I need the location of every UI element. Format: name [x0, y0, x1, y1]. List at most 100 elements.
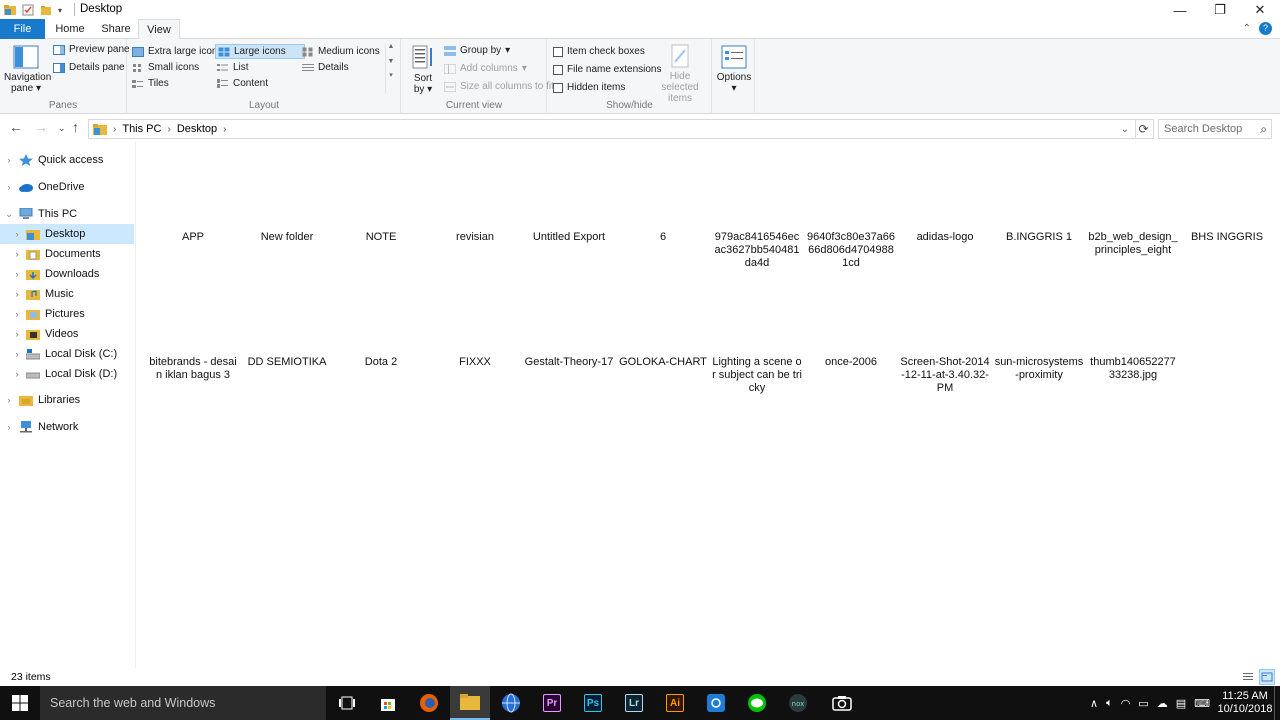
- details-view-toggle[interactable]: [1240, 669, 1256, 685]
- address-bar[interactable]: › This PC › Desktop › ⌄: [88, 119, 1136, 139]
- file-item[interactable]: revisian: [430, 231, 520, 244]
- photoshop-app[interactable]: Ps: [573, 686, 613, 720]
- show-hidden-icons-icon[interactable]: ∧: [1090, 697, 1098, 710]
- maximize-button[interactable]: ❐: [1200, 0, 1240, 20]
- preview-pane-button[interactable]: Preview pane: [53, 44, 130, 55]
- list-option[interactable]: List: [217, 62, 249, 73]
- content-option[interactable]: Content: [217, 78, 268, 89]
- file-item[interactable]: Dota 2: [336, 356, 426, 369]
- small-icons-option[interactable]: Small icons: [132, 62, 199, 73]
- scroll-down-icon[interactable]: ▼: [386, 58, 396, 65]
- file-item[interactable]: Gestalt-Theory-17: [524, 356, 614, 369]
- line-app[interactable]: [737, 686, 777, 720]
- file-item[interactable]: Screen-Shot-2014-12-11-at-3.40.32-PM: [900, 356, 990, 395]
- file-item[interactable]: BHS INGGRIS: [1182, 231, 1272, 244]
- file-item[interactable]: sun-microsystems-proximity: [994, 356, 1084, 382]
- add-columns-button[interactable]: Add columns ▾: [444, 63, 527, 74]
- sidebar-item-downloads[interactable]: › Downloads: [0, 264, 134, 284]
- checkbox[interactable]: [553, 64, 563, 75]
- expand-chevron-icon[interactable]: ›: [4, 395, 14, 405]
- sidebar-item-local-disk-d[interactable]: › Local Disk (D:): [0, 364, 134, 384]
- expand-chevron-icon[interactable]: ›: [12, 289, 22, 299]
- refresh-button[interactable]: ⟳: [1134, 119, 1154, 139]
- breadcrumb-chevron-icon[interactable]: ›: [223, 124, 226, 135]
- file-item[interactable]: FIXXX: [430, 356, 520, 369]
- file-item[interactable]: GOLOKA-CHART: [618, 356, 708, 369]
- file-item[interactable]: 6: [618, 231, 708, 244]
- sidebar-item-onedrive[interactable]: › OneDrive: [0, 177, 134, 197]
- file-item[interactable]: Untitled Export: [524, 231, 614, 244]
- sidebar-item-desktop[interactable]: › Desktop: [0, 224, 134, 244]
- nox-app[interactable]: nox: [778, 686, 818, 720]
- tab-share[interactable]: Share: [96, 19, 136, 39]
- start-button[interactable]: [0, 686, 40, 720]
- breadcrumb-this-pc[interactable]: This PC: [122, 123, 161, 135]
- navigation-pane-button[interactable]: Navigation pane ▾: [4, 45, 51, 94]
- breadcrumb-chevron-icon[interactable]: ›: [167, 124, 170, 135]
- file-item[interactable]: New folder: [242, 231, 332, 244]
- battery-icon[interactable]: ▭: [1138, 697, 1148, 710]
- recent-locations-icon[interactable]: ⌄: [58, 123, 66, 134]
- expand-chevron-icon[interactable]: ›: [12, 369, 22, 379]
- item-check-boxes-toggle[interactable]: Item check boxes: [553, 46, 645, 57]
- file-item[interactable]: adidas-logo: [900, 231, 990, 244]
- help-icon[interactable]: ?: [1259, 22, 1272, 35]
- collapse-ribbon-icon[interactable]: ⌃: [1243, 23, 1251, 34]
- file-item[interactable]: NOTE: [336, 231, 426, 244]
- camera-app[interactable]: [822, 686, 862, 720]
- notifications-icon[interactable]: ▤: [1176, 697, 1186, 710]
- large-icons-option[interactable]: Large icons: [215, 44, 305, 59]
- file-item[interactable]: once-2006: [806, 356, 896, 369]
- sidebar-item-libraries[interactable]: › Libraries: [0, 390, 134, 410]
- back-arrow-icon[interactable]: ←: [9, 119, 23, 135]
- show-desktop-button[interactable]: [1274, 686, 1280, 720]
- sidebar-item-quick-access[interactable]: › Quick access: [0, 150, 134, 170]
- firefox-app[interactable]: [409, 686, 449, 720]
- sidebar-item-music[interactable]: › Music: [0, 284, 134, 304]
- taskbar-search-input[interactable]: Search the web and Windows: [40, 686, 326, 720]
- expand-chevron-icon[interactable]: ›: [4, 155, 14, 165]
- file-item[interactable]: APP: [148, 231, 238, 244]
- large-icons-view-toggle[interactable]: [1259, 669, 1275, 685]
- file-item[interactable]: DD SEMIOTIKA: [242, 356, 332, 369]
- onedrive-tray-icon[interactable]: ☁︎: [1157, 697, 1168, 710]
- wifi-icon[interactable]: ◠: [1121, 697, 1131, 710]
- lightroom-app[interactable]: Lr: [614, 686, 654, 720]
- instagram-app[interactable]: [696, 686, 736, 720]
- customize-toolbar-icon[interactable]: ▾: [58, 6, 62, 15]
- tab-view[interactable]: View: [138, 19, 180, 40]
- breadcrumb-chevron-icon[interactable]: ›: [113, 124, 116, 135]
- size-all-columns-button[interactable]: Size all columns to fit: [444, 81, 554, 92]
- file-item[interactable]: B.INGGRIS 1: [994, 231, 1084, 244]
- store-app[interactable]: [368, 686, 408, 720]
- keyboard-icon[interactable]: ⌨︎: [1194, 697, 1210, 710]
- tab-file[interactable]: File: [0, 19, 45, 39]
- file-item[interactable]: thumb14065227733238.jpg: [1088, 356, 1178, 382]
- checkbox[interactable]: [553, 46, 563, 57]
- sidebar-item-this-pc[interactable]: ⌄ This PC: [0, 204, 134, 224]
- sidebar-item-pictures[interactable]: › Pictures: [0, 304, 134, 324]
- sidebar-item-local-disk-c[interactable]: › Local Disk (C:): [0, 344, 134, 364]
- file-item[interactable]: b2b_web_design_principles_eight: [1088, 231, 1178, 257]
- tab-home[interactable]: Home: [49, 19, 91, 39]
- sidebar-item-documents[interactable]: › Documents: [0, 244, 134, 264]
- expand-chevron-icon[interactable]: ›: [12, 269, 22, 279]
- file-item[interactable]: 9640f3c80e37a6666d806d47049881cd: [806, 231, 896, 270]
- new-folder-icon[interactable]: [40, 4, 52, 16]
- hide-selected-items-button[interactable]: Hide selected items: [650, 44, 710, 104]
- layout-expand-icon[interactable]: ▾: [386, 71, 396, 79]
- group-by-button[interactable]: Group by ▾: [444, 45, 510, 56]
- details-option[interactable]: Details: [302, 62, 349, 73]
- medium-icons-option[interactable]: Medium icons: [302, 46, 380, 57]
- scroll-up-icon[interactable]: ▲: [386, 43, 396, 50]
- breadcrumb-desktop[interactable]: Desktop: [177, 123, 217, 135]
- collapse-chevron-icon[interactable]: ⌄: [4, 209, 14, 220]
- minimize-button[interactable]: —: [1160, 0, 1200, 20]
- expand-chevron-icon[interactable]: ›: [4, 422, 14, 432]
- up-arrow-icon[interactable]: ↑: [72, 119, 79, 135]
- hidden-items-toggle[interactable]: Hidden items: [553, 82, 625, 93]
- properties-icon[interactable]: [22, 4, 34, 16]
- volume-icon[interactable]: 🔈︎: [1106, 697, 1113, 710]
- layout-scroll[interactable]: ▲ ▼ ▾: [385, 43, 396, 93]
- details-pane-button[interactable]: Details pane: [53, 62, 125, 73]
